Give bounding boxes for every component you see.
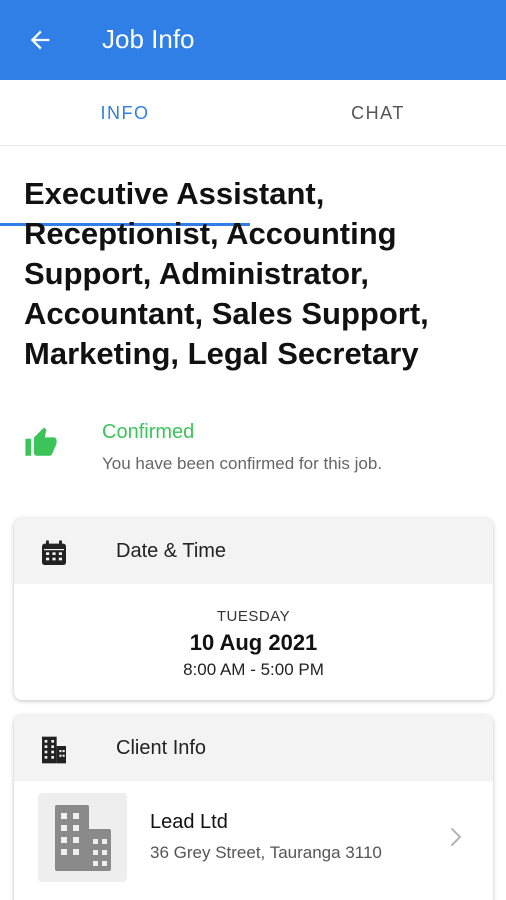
client-logo-placeholder <box>38 793 127 882</box>
confirmation-status: Confirmed You have been confirmed for th… <box>24 418 494 478</box>
job-date: 10 Aug 2021 <box>189 630 318 655</box>
client-row[interactable]: Lead Ltd 36 Grey Street, Tauranga 3110 <box>14 781 493 900</box>
tab-info[interactable]: INFO <box>0 80 250 146</box>
building-icon <box>54 804 111 871</box>
calendar-icon <box>42 540 66 565</box>
tab-chat[interactable]: CHAT <box>250 80 506 146</box>
job-title: Executive Assistant, Receptionist, Accou… <box>24 176 429 371</box>
chevron-right-icon <box>451 828 461 846</box>
tab-bar: INFO CHAT <box>0 80 506 226</box>
app-bar: Job Info <box>0 0 506 80</box>
job-time: 8:00 AM - 5:00 PM <box>183 660 324 679</box>
date-time-card: Date & Time TUESDAY 10 Aug 2021 8:00 AM … <box>14 518 493 700</box>
status-label: Confirmed <box>102 421 195 443</box>
date-time-heading: Date & Time <box>116 540 227 562</box>
client-info-card: Client Info Lead Ltd 36 Grey Street, Tau… <box>14 715 493 900</box>
client-name: Lead Ltd <box>150 811 228 833</box>
job-day: TUESDAY <box>216 608 291 625</box>
date-time-header: Date & Time <box>14 518 493 584</box>
arrow-left-icon <box>30 30 50 50</box>
thumbs-up-icon <box>25 427 57 456</box>
date-time-body: TUESDAY 10 Aug 2021 8:00 AM - 5:00 PM <box>14 584 493 700</box>
client-info-heading: Client Info <box>116 737 207 759</box>
status-description: You have been confirmed for this job. <box>102 454 383 473</box>
page-title: Job Info <box>102 24 195 54</box>
client-info-header: Client Info <box>14 715 493 781</box>
client-address: 36 Grey Street, Tauranga 3110 <box>150 843 382 862</box>
back-button[interactable] <box>22 22 58 58</box>
building-icon <box>42 736 66 764</box>
